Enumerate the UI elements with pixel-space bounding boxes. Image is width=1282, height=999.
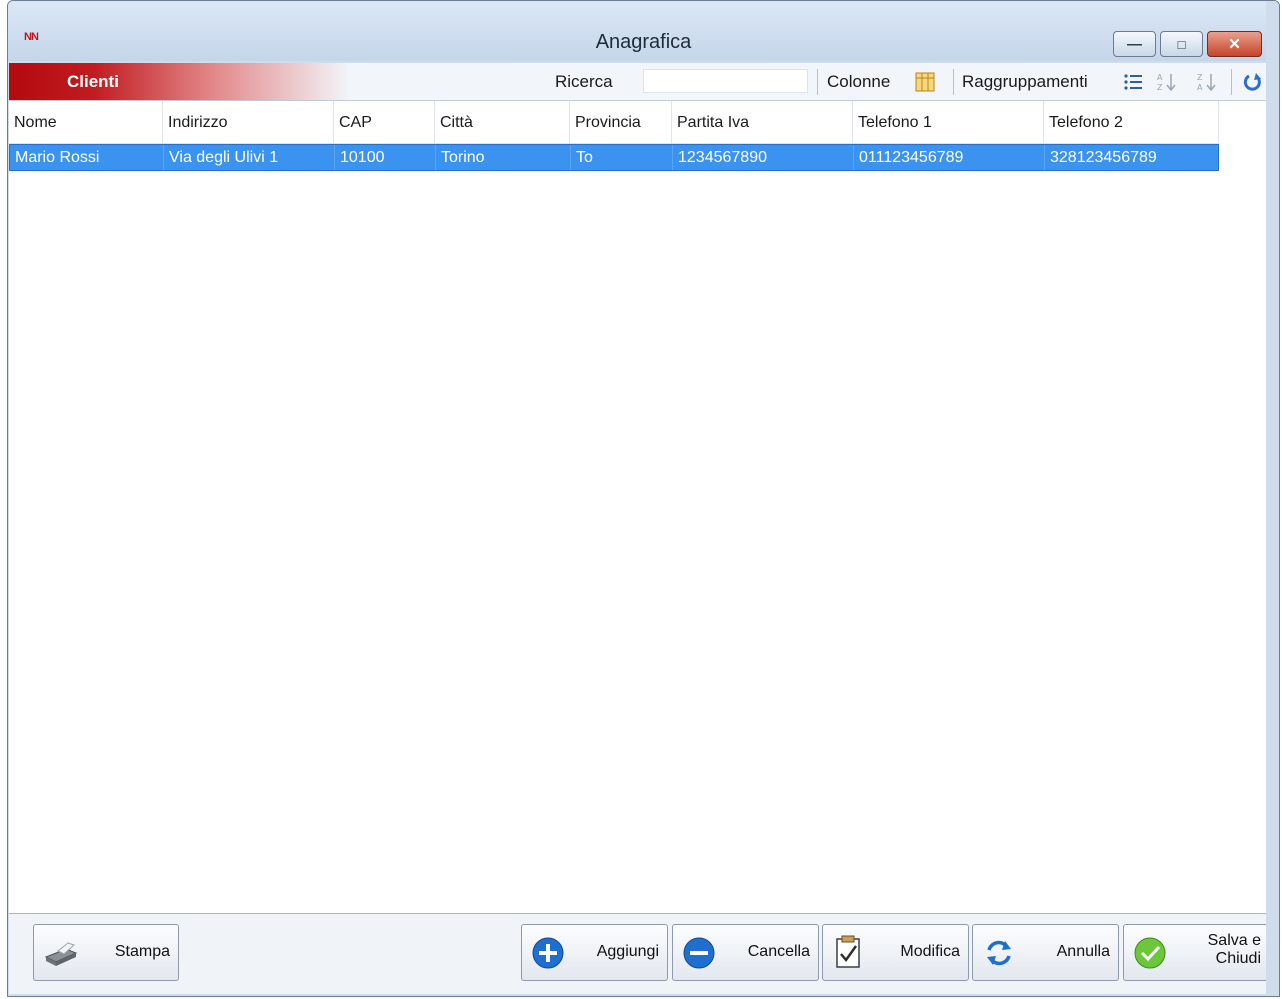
add-button-label: Aggiungi bbox=[596, 943, 659, 960]
search-input[interactable] bbox=[643, 69, 808, 93]
cell-nome: Mario Rossi bbox=[10, 145, 164, 170]
refresh-icon[interactable] bbox=[1241, 69, 1265, 95]
column-header-provincia[interactable]: Provincia bbox=[570, 101, 672, 143]
cell-citta: Torino bbox=[436, 145, 571, 170]
table-row[interactable]: Mario Rossi Via degli Ulivi 1 10100 Tori… bbox=[9, 144, 1219, 171]
title-bar[interactable]: NN Anagrafica — □ ✕ bbox=[8, 1, 1279, 61]
window-title: Anagrafica bbox=[595, 31, 692, 53]
section-header: Clienti bbox=[9, 63, 349, 100]
undo-button[interactable]: Annulla bbox=[972, 924, 1119, 981]
column-header-cap[interactable]: CAP bbox=[334, 101, 435, 143]
toolbar-separator bbox=[953, 69, 954, 95]
check-circle-icon bbox=[1134, 937, 1166, 969]
cell-telefono-2: 328123456789 bbox=[1050, 149, 1157, 166]
toolbar-separator bbox=[817, 69, 818, 95]
close-button[interactable]: ✕ bbox=[1207, 31, 1262, 57]
plus-circle-icon bbox=[532, 937, 564, 969]
svg-text:Z: Z bbox=[1157, 83, 1163, 92]
cell-telefono-1: 011123456789 bbox=[854, 145, 1045, 170]
printer-icon bbox=[44, 942, 78, 966]
group-list-icon[interactable] bbox=[1121, 69, 1145, 95]
edit-button[interactable]: Modifica bbox=[822, 924, 969, 981]
column-header-partita-iva[interactable]: Partita Iva bbox=[672, 101, 853, 143]
grouping-label: Raggruppamenti bbox=[962, 72, 1088, 91]
print-button-label: Stampa bbox=[114, 943, 170, 960]
save-close-button[interactable]: Salva e Chiudi bbox=[1123, 924, 1270, 981]
table-header: Nome Indirizzo CAP Città Provincia Parti… bbox=[9, 101, 1219, 144]
clipboard-check-icon bbox=[836, 935, 860, 968]
add-button[interactable]: Aggiungi bbox=[521, 924, 668, 981]
cell-partita-iva: 1234567890 bbox=[673, 145, 854, 170]
edit-button-label: Modifica bbox=[900, 943, 960, 960]
clients-table: Nome Indirizzo CAP Città Provincia Parti… bbox=[9, 101, 1274, 913]
cell-provincia: To bbox=[571, 145, 673, 170]
column-header-nome[interactable]: Nome bbox=[9, 101, 163, 143]
svg-text:A: A bbox=[1197, 83, 1203, 92]
toolbar-separator bbox=[1231, 69, 1232, 95]
save-label-line1: Salva e bbox=[1207, 932, 1261, 949]
sort-descending-icon[interactable]: Z A bbox=[1195, 69, 1219, 95]
svg-text:Z: Z bbox=[1197, 73, 1203, 82]
delete-button[interactable]: Cancella bbox=[672, 924, 819, 981]
refresh-arrows-icon bbox=[987, 940, 1011, 966]
cell-cap: 10100 bbox=[335, 145, 436, 170]
search-label: Ricerca bbox=[555, 72, 613, 91]
window-right-border bbox=[1266, 1, 1279, 996]
minimize-button[interactable]: — bbox=[1113, 31, 1156, 57]
maximize-button[interactable]: □ bbox=[1160, 31, 1203, 57]
close-icon: ✕ bbox=[1228, 36, 1241, 53]
svg-text:A: A bbox=[1157, 73, 1163, 82]
main-window: NN Anagrafica — □ ✕ Clienti Ricerca Colo… bbox=[7, 0, 1280, 997]
column-header-indirizzo[interactable]: Indirizzo bbox=[163, 101, 334, 143]
print-button[interactable]: Stampa bbox=[33, 924, 179, 981]
toolbar: Clienti Ricerca Colonne Raggruppamenti A… bbox=[9, 63, 1274, 101]
save-label-line2: Chiudi bbox=[1215, 950, 1261, 967]
delete-button-label: Cancella bbox=[747, 943, 810, 960]
section-title: Clienti bbox=[67, 72, 119, 91]
columns-label: Colonne bbox=[827, 72, 891, 91]
sort-ascending-icon[interactable]: A Z bbox=[1155, 69, 1179, 95]
column-header-telefono-1[interactable]: Telefono 1 bbox=[853, 101, 1044, 143]
maximize-icon: □ bbox=[1177, 36, 1186, 52]
columns-grid-icon[interactable] bbox=[913, 69, 937, 95]
button-bar: Stampa Aggiungi Cancella Modifica Annull… bbox=[9, 913, 1274, 994]
minimize-icon: — bbox=[1127, 35, 1142, 53]
minus-circle-icon bbox=[683, 937, 715, 969]
cell-indirizzo: Via degli Ulivi 1 bbox=[164, 145, 335, 170]
save-close-button-label: Salva e Chiudi bbox=[1208, 932, 1261, 968]
undo-button-label: Annulla bbox=[1056, 943, 1110, 960]
column-header-citta[interactable]: Città bbox=[435, 101, 570, 143]
column-header-telefono-2[interactable]: Telefono 2 bbox=[1044, 101, 1219, 143]
